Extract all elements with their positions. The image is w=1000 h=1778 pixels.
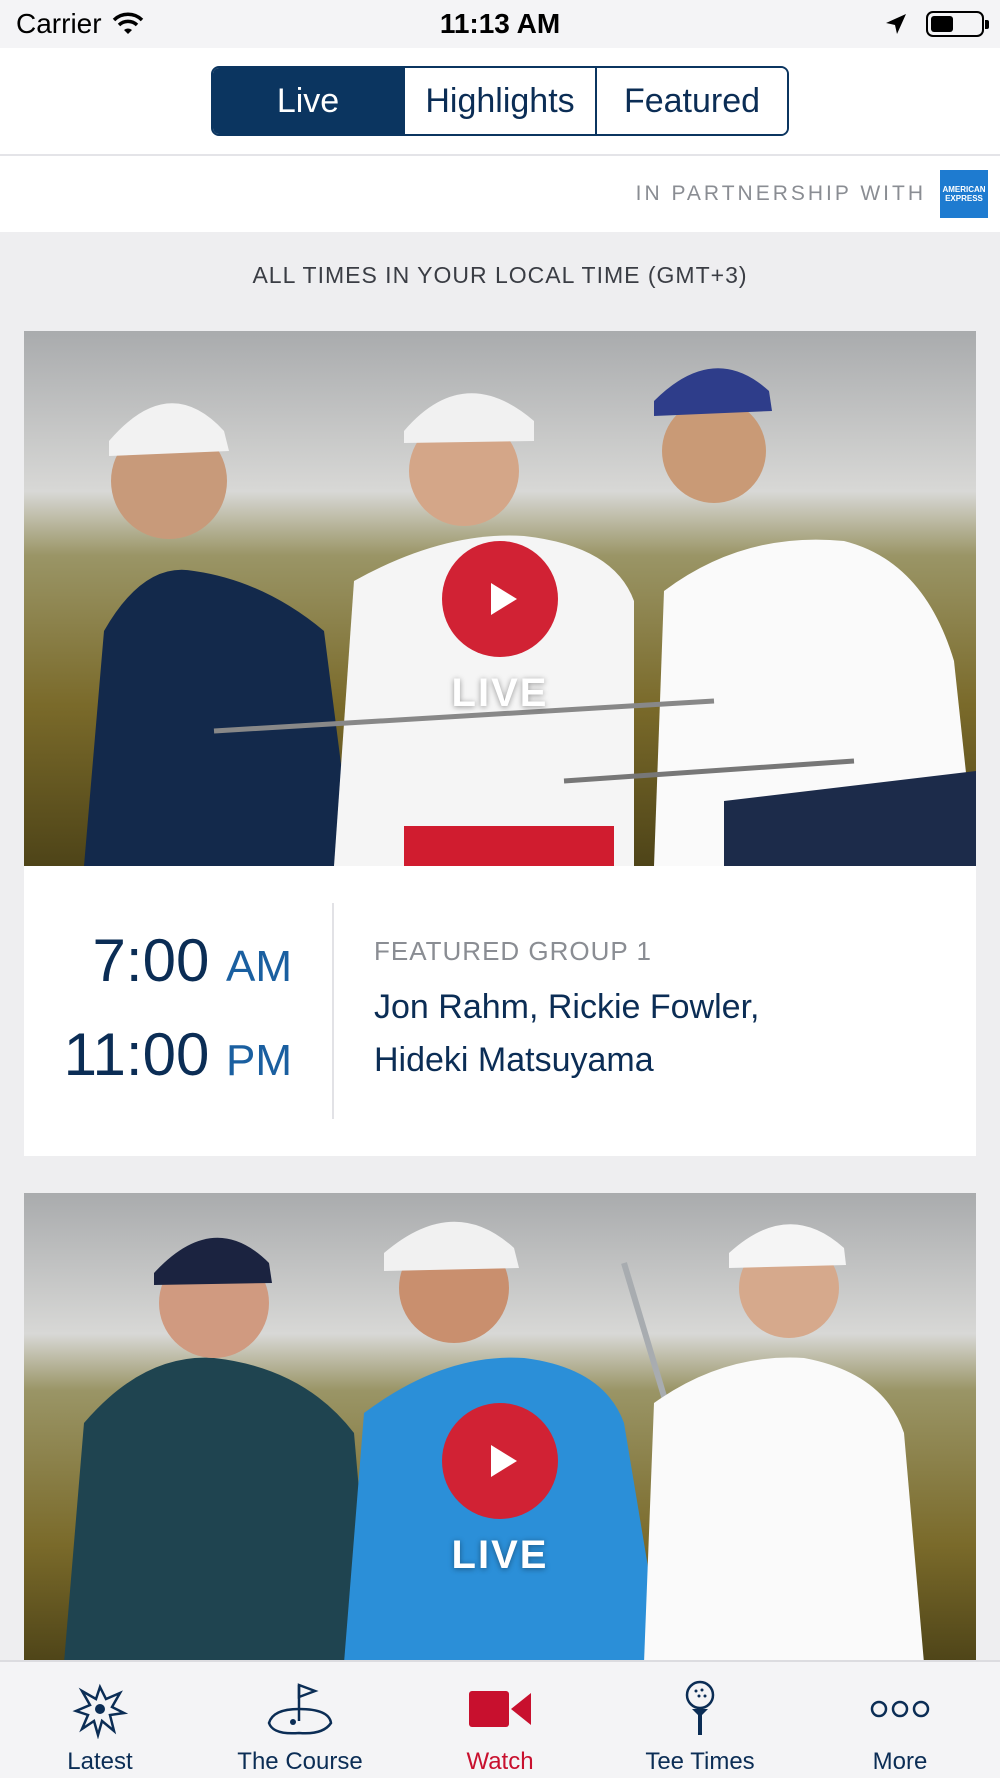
- stream-times: 7:00 AM 11:00 PM: [24, 917, 332, 1105]
- tab-tee-times-label: Tee Times: [645, 1748, 755, 1775]
- golf-tee-icon: [685, 1680, 715, 1735]
- partnership-bar: IN PARTNERSHIP WITH AMERICAN EXPRESS: [0, 156, 1000, 232]
- tab-the-course-label: The Course: [237, 1748, 363, 1775]
- tab-the-course[interactable]: The Course: [200, 1662, 400, 1778]
- more-dots-icon: [870, 1700, 930, 1718]
- tab-more[interactable]: More: [800, 1662, 1000, 1778]
- end-ampm: PM: [226, 1036, 292, 1085]
- carrier: Carrier: [16, 8, 144, 40]
- live-stream-card[interactable]: LIVE: [24, 1193, 976, 1663]
- tab-bar: Latest The Course Watch Tee Times More: [0, 1660, 1000, 1778]
- segment-live[interactable]: Live: [213, 68, 403, 134]
- live-label: LIVE: [451, 1533, 549, 1577]
- end-time-row: 11:00 PM: [24, 1011, 292, 1105]
- location-arrow-icon: [886, 14, 906, 34]
- live-label: LIVE: [451, 671, 549, 715]
- play-button[interactable]: [442, 1403, 558, 1519]
- player-names: Jon Rahm, Rickie Fowler, Hideki Matsuyam…: [374, 987, 760, 1079]
- start-time: 7:00: [92, 927, 210, 994]
- wifi-icon: [112, 12, 143, 34]
- tab-latest[interactable]: Latest: [0, 1662, 200, 1778]
- stream-thumbnail[interactable]: LIVE: [24, 331, 976, 866]
- battery-icon: [926, 11, 989, 37]
- carrier-label: Carrier: [16, 8, 102, 39]
- eagle-logo-icon: [72, 1683, 129, 1739]
- tab-tee-times[interactable]: Tee Times: [600, 1662, 800, 1778]
- group-title: FEATURED GROUP 1: [374, 935, 652, 966]
- video-camera-icon: [469, 1691, 531, 1727]
- tab-watch-label: Watch: [466, 1748, 534, 1775]
- end-time: 11:00: [63, 1021, 210, 1088]
- start-ampm: AM: [226, 942, 292, 991]
- segment-bar: Live Highlights Featured: [0, 48, 1000, 156]
- segment-highlights[interactable]: Highlights: [403, 68, 595, 134]
- tab-watch[interactable]: Watch: [400, 1662, 600, 1778]
- play-button[interactable]: [442, 541, 558, 657]
- live-stream-card[interactable]: LIVE 7:00 AM 11:00 PM FEATURED GROUP 1 J…: [24, 331, 976, 1156]
- stream-info: 7:00 AM 11:00 PM FEATURED GROUP 1 Jon Ra…: [24, 866, 976, 1156]
- clock: 11:13 AM: [439, 8, 561, 39]
- flag-green-icon: [267, 1683, 333, 1735]
- partnership-text: IN PARTNERSHIP WITH: [635, 182, 926, 205]
- group-details: FEATURED GROUP 1 Jon Rahm, Rickie Fowler…: [334, 936, 814, 1087]
- start-time-row: 7:00 AM: [24, 917, 292, 1011]
- tab-more-label: More: [872, 1748, 928, 1775]
- status-bar: Carrier 11:13 AM: [0, 0, 1000, 48]
- tab-latest-label: Latest: [67, 1748, 133, 1775]
- local-time-note: ALL TIMES IN YOUR LOCAL TIME (GMT+3): [252, 262, 748, 288]
- amex-logo: AMERICAN EXPRESS: [940, 170, 988, 218]
- segment-featured[interactable]: Featured: [595, 68, 787, 134]
- segmented-control: Live Highlights Featured: [211, 66, 789, 136]
- stream-thumbnail[interactable]: LIVE: [24, 1193, 976, 1663]
